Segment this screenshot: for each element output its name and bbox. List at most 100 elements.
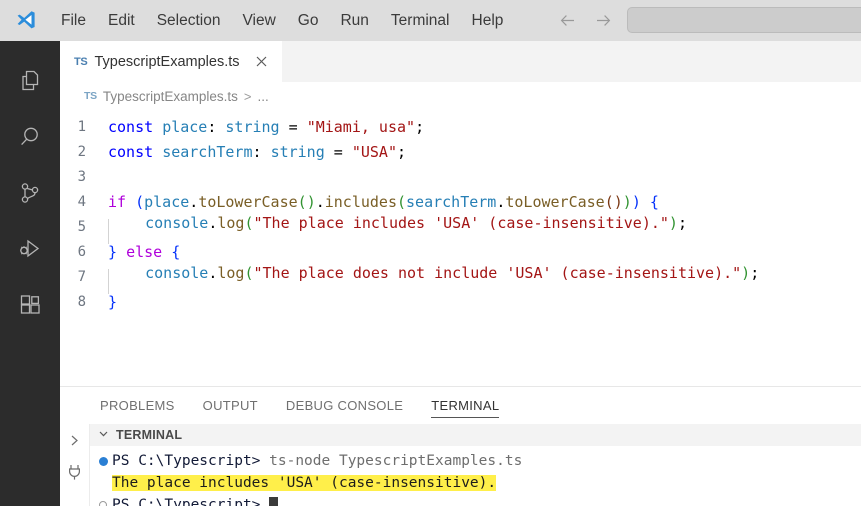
terminal-prompt: PS C:\Typescript> (112, 497, 261, 506)
command-decoration-icon (94, 501, 112, 506)
token-semicolon: ; (397, 142, 407, 161)
token-equals: = (333, 142, 343, 161)
token-searchterm: searchTerm (162, 142, 253, 161)
code-line-content: if (place.toLowerCase().includes(searchT… (108, 193, 861, 211)
code-line-3: 3 (60, 164, 861, 189)
token-if: if (108, 192, 127, 211)
terminal-sidebar (60, 424, 90, 506)
tab-typescriptexamples[interactable]: TS TypescriptExamples.ts (60, 41, 282, 82)
token-rparen: ) (306, 192, 316, 211)
token-lparen: ( (604, 192, 614, 211)
terminal-line: PS C:\Typescript> ts-node TypescriptExam… (90, 450, 861, 472)
breadcrumb-file[interactable]: TypescriptExamples.ts (103, 89, 238, 104)
token-rparen: ) (622, 192, 632, 211)
token-semicolon: ; (415, 117, 425, 136)
line-number: 8 (77, 293, 86, 310)
command-decoration-icon (94, 456, 112, 466)
token-const: const (108, 117, 154, 136)
tab-terminal[interactable]: TERMINAL (417, 387, 513, 424)
tab-bar: TS TypescriptExamples.ts (60, 41, 861, 82)
token-string-not-include-msg: "The place does not include 'USA' (case-… (253, 264, 742, 282)
terminal-command: ts-node TypescriptExamples.ts (260, 453, 523, 469)
token-rparen: ) (613, 192, 623, 211)
chevron-right-icon[interactable] (63, 429, 87, 451)
token-equals: = (288, 117, 298, 136)
terminal-body: TERMINAL PS C:\Typescript> ts-node Types… (60, 424, 861, 506)
token-rparen: ) (741, 264, 751, 282)
tab-output[interactable]: OUTPUT (189, 387, 272, 424)
arrow-left-icon[interactable] (556, 10, 578, 32)
menu-item-run[interactable]: Run (329, 9, 379, 33)
chevron-down-icon[interactable] (97, 427, 110, 443)
token-semicolon: ; (750, 264, 760, 282)
token-lbrace: { (171, 242, 181, 261)
token-string-includes-msg: "The place includes 'USA' (case-insensit… (253, 214, 669, 232)
token-lparen: ( (397, 192, 407, 211)
extensions-icon[interactable] (0, 277, 60, 333)
tab-debug-console[interactable]: DEBUG CONSOLE (272, 387, 417, 424)
token-lparen: ( (297, 192, 307, 211)
files-icon[interactable] (0, 53, 60, 109)
command-center-input[interactable] (627, 7, 861, 33)
token-string-usa: "USA" (351, 142, 397, 161)
token-else: else (126, 242, 163, 261)
token-includes: includes (324, 192, 397, 211)
menu-bar: File Edit Selection View Go Run Terminal… (50, 9, 514, 33)
search-icon[interactable] (0, 109, 60, 165)
title-bar: File Edit Selection View Go Run Terminal… (0, 0, 861, 41)
token-rbrace: } (108, 242, 118, 261)
vscode-window: File Edit Selection View Go Run Terminal… (0, 0, 861, 506)
source-control-icon[interactable] (0, 165, 60, 221)
line-number: 4 (77, 193, 86, 210)
code-line-2: 2 const searchTerm: string = "USA"; (60, 139, 861, 164)
code-line-7: 7 console.log("The place does not includ… (60, 264, 861, 294)
tab-label: TypescriptExamples.ts (94, 53, 240, 70)
token-searchterm: searchTerm (406, 192, 497, 211)
menu-item-terminal[interactable]: Terminal (380, 9, 461, 33)
token-rbrace: } (108, 292, 118, 311)
breadcrumb-overflow[interactable]: ... (257, 89, 268, 104)
code-line-1: 1 const place: string = "Miami, usa"; (60, 114, 861, 139)
activity-bar (0, 41, 60, 506)
menu-item-help[interactable]: Help (461, 9, 515, 33)
token-rparen: ) (631, 192, 641, 211)
code-line-content: const place: string = "Miami, usa"; (108, 118, 861, 136)
chevron-right-icon: > (243, 88, 252, 104)
token-log: log (217, 214, 245, 232)
tab-problems[interactable]: PROBLEMS (86, 387, 189, 424)
typescript-file-icon: TS (74, 55, 88, 68)
code-line-4: 4 if (place.toLowerCase().includes(searc… (60, 189, 861, 214)
code-line-5: 5 console.log("The place includes 'USA' … (60, 214, 861, 244)
terminal-output-highlighted: The place includes 'USA' (case-insensiti… (112, 475, 497, 491)
vscode-logo-icon (0, 0, 50, 41)
code-editor[interactable]: 1 const place: string = "Miami, usa"; 2 … (60, 110, 861, 386)
line-number: 3 (77, 168, 86, 185)
code-line-content: console.log("The place does not include … (108, 264, 861, 294)
editor-group: TS TypescriptExamples.ts TS TypescriptEx… (60, 41, 861, 506)
close-icon[interactable] (253, 53, 271, 71)
run-debug-icon[interactable] (0, 221, 60, 277)
terminal-cursor (269, 496, 279, 506)
token-place: place (162, 117, 208, 136)
terminal-line: PS C:\Typescript> (90, 494, 861, 506)
terminal-line: The place includes 'USA' (case-insensiti… (90, 472, 861, 494)
token-console: console (145, 214, 209, 232)
token-rparen: ) (668, 214, 678, 232)
token-const: const (108, 142, 154, 161)
plug-icon[interactable] (63, 461, 87, 483)
token-tolowercase: toLowerCase (198, 192, 298, 211)
menu-item-go[interactable]: Go (287, 9, 330, 33)
breadcrumb-file-icon: TS (84, 90, 97, 102)
code-line-content: } else { (108, 243, 861, 261)
terminal-content[interactable]: PS C:\Typescript> ts-node TypescriptExam… (90, 446, 861, 506)
token-place: place (144, 192, 190, 211)
indent-guide (108, 269, 109, 294)
menu-item-edit[interactable]: Edit (97, 9, 146, 33)
arrow-right-icon[interactable] (592, 10, 614, 32)
menu-item-selection[interactable]: Selection (146, 9, 232, 33)
token-string-type: string (270, 142, 325, 161)
token-string-type: string (225, 117, 280, 136)
line-number: 1 (77, 118, 86, 135)
menu-item-file[interactable]: File (50, 9, 97, 33)
menu-item-view[interactable]: View (231, 9, 286, 33)
